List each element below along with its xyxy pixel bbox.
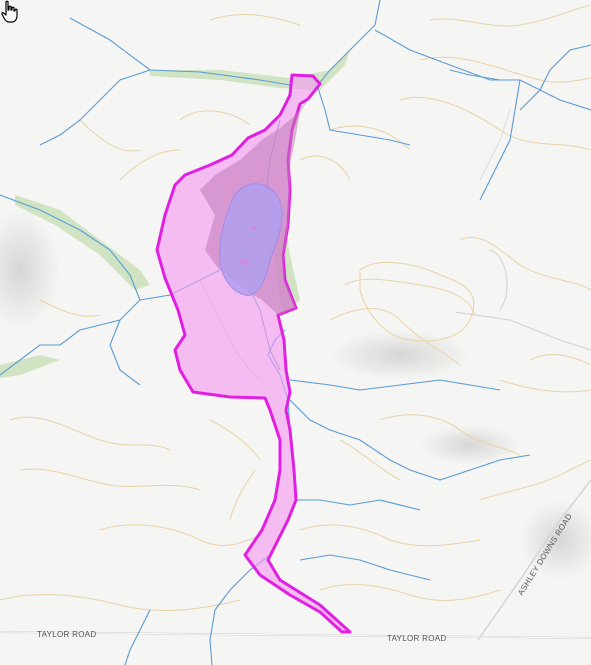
terrain-shading — [0, 210, 591, 580]
taylor-road-label-right: TAYLOR ROAD — [387, 634, 446, 643]
map-canvas[interactable]: TAYLOR ROAD TAYLOR ROAD ASHLEY DOWNS ROA… — [0, 0, 591, 665]
lake-island — [239, 259, 249, 265]
roads — [0, 109, 591, 641]
road-labels: TAYLOR ROAD TAYLOR ROAD ASHLEY DOWNS ROA… — [37, 512, 574, 643]
lake-island — [251, 226, 257, 230]
hand-pointer-icon — [1, 0, 18, 23]
map-layer: TAYLOR ROAD TAYLOR ROAD ASHLEY DOWNS ROA… — [0, 0, 591, 665]
taylor-road-label-left: TAYLOR ROAD — [37, 630, 96, 639]
